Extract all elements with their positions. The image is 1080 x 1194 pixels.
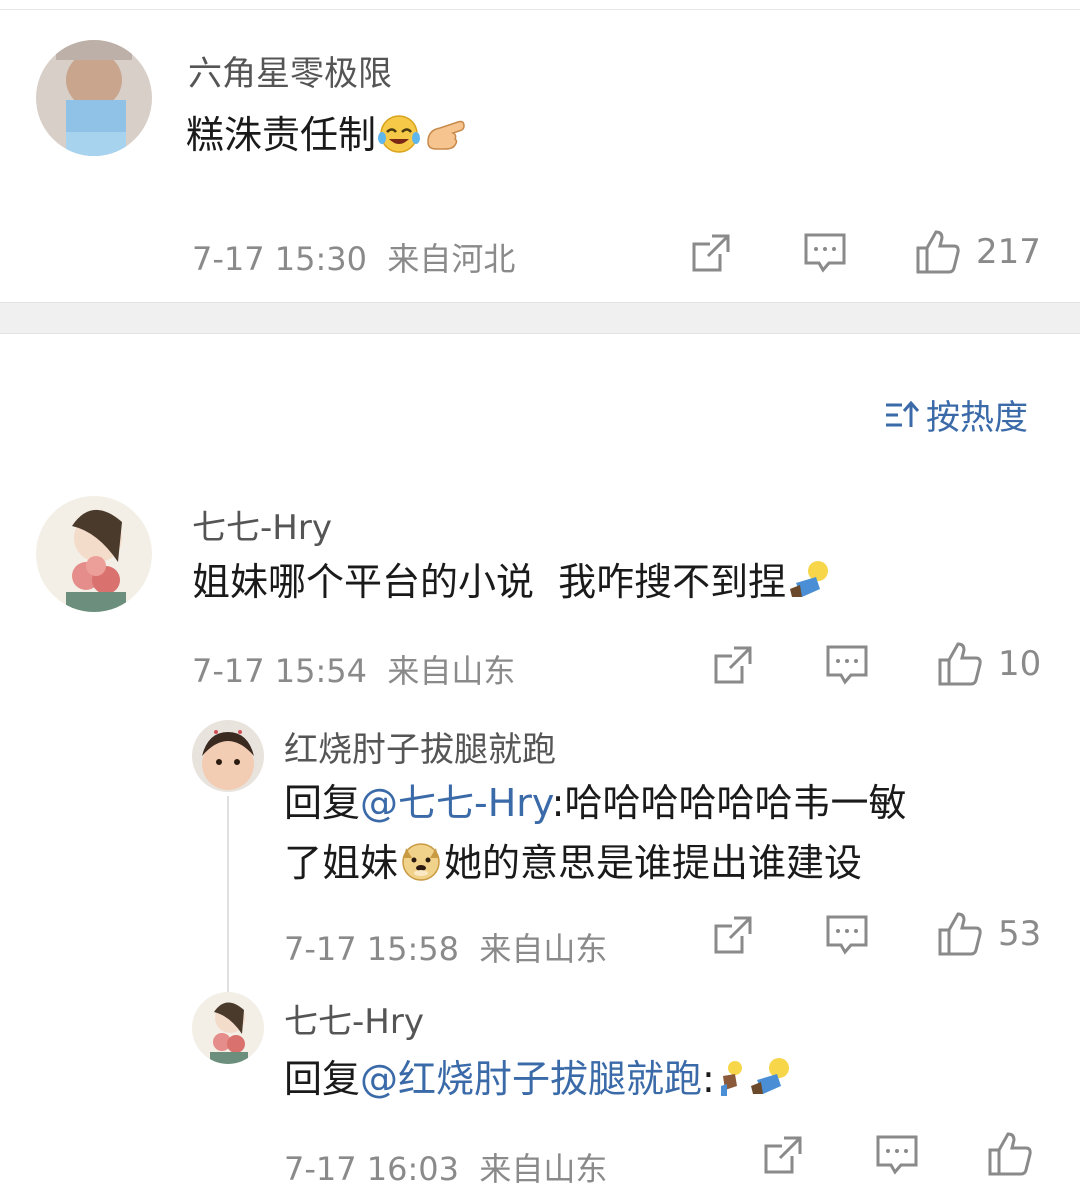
thumbs-up-icon xyxy=(938,912,982,956)
like-count: 53 xyxy=(998,914,1042,954)
reply-body: 了姐妹 xyxy=(284,841,399,885)
avatar[interactable] xyxy=(36,496,152,612)
reply-body: 她的意思是谁提出谁建设 xyxy=(444,841,863,885)
top-border xyxy=(0,0,1080,10)
reply-prefix: 回复 xyxy=(284,781,361,825)
like-button[interactable]: 53 xyxy=(936,910,1041,958)
share-icon xyxy=(714,646,752,684)
share-icon xyxy=(714,916,752,954)
avatar-image xyxy=(192,992,264,1064)
avatar[interactable] xyxy=(192,992,264,1064)
comment-username[interactable]: 六角星零极限 xyxy=(188,46,392,95)
avatar[interactable] xyxy=(192,720,264,792)
thread-connector xyxy=(227,796,229,996)
comment-icon xyxy=(876,1135,918,1175)
small-doll-emoji-icon xyxy=(715,1056,747,1098)
like-count: 10 xyxy=(998,644,1042,684)
comment-time: 7-17 15:54 来自山东 xyxy=(192,646,515,692)
avatar-image xyxy=(36,40,152,156)
reply-username[interactable]: 红烧肘子拔腿就跑 xyxy=(284,722,556,771)
share-button[interactable] xyxy=(762,1134,804,1176)
comment-body: 糕洙责任制 xyxy=(186,113,377,157)
reply-time: 7-17 16:03 来自山东 xyxy=(284,1144,607,1190)
sort-label: 按热度 xyxy=(926,398,1028,438)
reply-prefix: 回复 xyxy=(284,1057,361,1101)
avatar-image xyxy=(192,720,264,792)
like-count: 217 xyxy=(976,232,1041,272)
doge-emoji-icon xyxy=(398,840,444,882)
reply-body: :哈哈哈哈哈哈韦一敏 xyxy=(551,781,907,825)
reply-text: 回复@七七-Hry:哈哈哈哈哈哈韦一敏 xyxy=(284,774,906,832)
time-text: 7-17 16:03 xyxy=(284,1150,460,1188)
reply-button[interactable] xyxy=(875,1134,919,1176)
thumbs-up-icon xyxy=(916,230,960,274)
laughing-crying-emoji-icon xyxy=(376,112,422,154)
comment-icon xyxy=(804,233,846,273)
mention-link[interactable]: @红烧肘子拔腿就跑 xyxy=(360,1057,702,1101)
comment-time: 7-17 15:30 来自河北 xyxy=(192,234,515,280)
comment-text: 糕洙责任制 xyxy=(186,106,468,164)
avatar[interactable] xyxy=(36,40,152,156)
comment-body: 姐妹哪个平台的小说 我咋搜不到捏 xyxy=(192,560,787,604)
location-text: 来自山东 xyxy=(479,1150,608,1188)
like-button[interactable]: 217 xyxy=(914,228,1041,276)
doll-emoji-icon xyxy=(747,1056,793,1098)
avatar-image xyxy=(36,496,152,612)
pointing-hand-emoji-icon xyxy=(422,112,468,154)
comment-icon xyxy=(826,645,868,685)
share-icon xyxy=(764,1136,802,1174)
share-icon xyxy=(692,234,730,272)
reply-text-line2: 了姐妹 她的意思是谁提出谁建设 xyxy=(284,834,862,892)
time-text: 7-17 15:58 xyxy=(284,930,460,968)
comment-icon xyxy=(826,915,868,955)
comment-username[interactable]: 七七-Hry xyxy=(192,500,332,549)
like-button[interactable] xyxy=(986,1130,1048,1178)
comment-text: 姐妹哪个平台的小说 我咋搜不到捏 xyxy=(192,553,832,611)
mention-link[interactable]: @七七-Hry xyxy=(360,781,552,825)
sort-icon xyxy=(886,400,920,427)
sort-button[interactable]: 按热度 xyxy=(884,390,1028,439)
thumbs-up-icon xyxy=(938,642,982,686)
reply-button[interactable] xyxy=(803,232,847,274)
share-button[interactable] xyxy=(690,232,732,274)
reply-colon: : xyxy=(702,1057,715,1101)
share-button[interactable] xyxy=(712,914,754,956)
section-divider xyxy=(0,302,1080,334)
time-text: 7-17 15:30 xyxy=(192,240,368,278)
thumbs-up-icon xyxy=(988,1132,1032,1176)
share-button[interactable] xyxy=(712,644,754,686)
location-text: 来自山东 xyxy=(387,652,516,690)
doll-emoji-icon xyxy=(786,559,832,601)
reply-text: 回复@红烧肘子拔腿就跑: xyxy=(284,1050,793,1108)
location-text: 来自山东 xyxy=(479,930,608,968)
reply-button[interactable] xyxy=(825,644,869,686)
reply-time: 7-17 15:58 来自山东 xyxy=(284,924,607,970)
location-text: 来自河北 xyxy=(387,240,516,278)
like-button[interactable]: 10 xyxy=(936,640,1041,688)
reply-username[interactable]: 七七-Hry xyxy=(284,994,424,1043)
time-text: 7-17 15:54 xyxy=(192,652,368,690)
reply-button[interactable] xyxy=(825,914,869,956)
